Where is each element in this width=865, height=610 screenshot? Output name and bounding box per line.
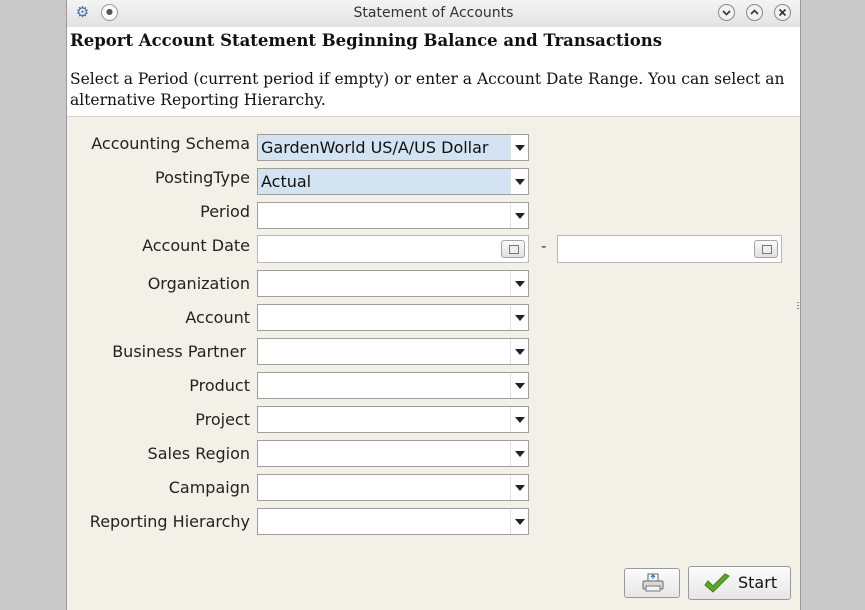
reporting-hierarchy-select[interactable]	[257, 508, 529, 535]
reporting-hierarchy-label: Reporting Hierarchy	[89, 512, 250, 531]
dropdown-arrow-icon[interactable]	[510, 135, 528, 160]
date-range-separator: -	[541, 237, 547, 255]
campaign-label: Campaign	[168, 478, 250, 497]
sales-region-select[interactable]	[257, 440, 529, 467]
sales-region-label: Sales Region	[147, 444, 250, 463]
maximize-button[interactable]	[746, 4, 763, 21]
product-select[interactable]	[257, 372, 529, 399]
product-label: Product	[189, 376, 250, 395]
resize-grip[interactable]	[797, 302, 799, 310]
project-select[interactable]	[257, 406, 529, 433]
business-partner-label: Business Partner	[112, 342, 246, 361]
dropdown-arrow-icon[interactable]	[510, 203, 528, 228]
close-button[interactable]	[774, 4, 791, 21]
calendar-icon[interactable]	[754, 240, 778, 258]
chevron-down-icon	[722, 10, 731, 16]
period-label: Period	[200, 202, 250, 221]
dropdown-arrow-icon[interactable]	[510, 271, 528, 296]
minimize-button[interactable]	[718, 4, 735, 21]
account-select[interactable]	[257, 304, 529, 331]
printer-icon	[642, 573, 664, 592]
title-bar: ⚙ ● Statement of Accounts	[67, 0, 800, 28]
account-date-to-field[interactable]	[557, 235, 782, 263]
window-title: Statement of Accounts	[353, 5, 514, 21]
posting-type-select[interactable]: Actual	[257, 168, 529, 195]
period-select[interactable]	[257, 202, 529, 229]
accounting-schema-value: GardenWorld US/A/US Dollar	[261, 138, 489, 157]
account-date-from-field[interactable]	[257, 235, 529, 263]
close-icon	[778, 8, 787, 17]
report-header: Report Account Statement Beginning Balan…	[67, 27, 800, 117]
dropdown-arrow-icon[interactable]	[510, 169, 528, 194]
calendar-icon[interactable]	[501, 240, 525, 258]
start-button[interactable]: Start	[688, 566, 791, 600]
posting-type-label: PostingType	[155, 168, 250, 187]
dropdown-arrow-icon[interactable]	[510, 441, 528, 466]
accounting-schema-label: Accounting Schema	[91, 134, 250, 153]
accounting-schema-select[interactable]: GardenWorld US/A/US Dollar	[257, 134, 529, 161]
account-label: Account	[185, 308, 250, 327]
campaign-select[interactable]	[257, 474, 529, 501]
dropdown-arrow-icon[interactable]	[510, 475, 528, 500]
dropdown-arrow-icon[interactable]	[510, 305, 528, 330]
project-label: Project	[195, 410, 250, 429]
posting-type-value: Actual	[261, 172, 312, 191]
dropdown-arrow-icon[interactable]	[510, 339, 528, 364]
dropdown-arrow-icon[interactable]	[510, 373, 528, 398]
start-button-label: Start	[738, 573, 778, 592]
business-partner-select[interactable]	[257, 338, 529, 365]
organization-label: Organization	[147, 274, 250, 293]
print-button[interactable]	[624, 568, 680, 598]
account-date-label: Account Date	[142, 236, 250, 255]
report-description: Select a Period (current period if empty…	[70, 70, 785, 109]
dropdown-arrow-icon[interactable]	[510, 509, 528, 534]
report-title: Report Account Statement Beginning Balan…	[70, 31, 663, 50]
dropdown-arrow-icon[interactable]	[510, 407, 528, 432]
organization-select[interactable]	[257, 270, 529, 297]
statement-of-accounts-window: ⚙ ● Statement of Accounts Report Account…	[66, 0, 801, 610]
chevron-up-icon	[750, 9, 759, 15]
checkmark-icon	[704, 573, 730, 593]
